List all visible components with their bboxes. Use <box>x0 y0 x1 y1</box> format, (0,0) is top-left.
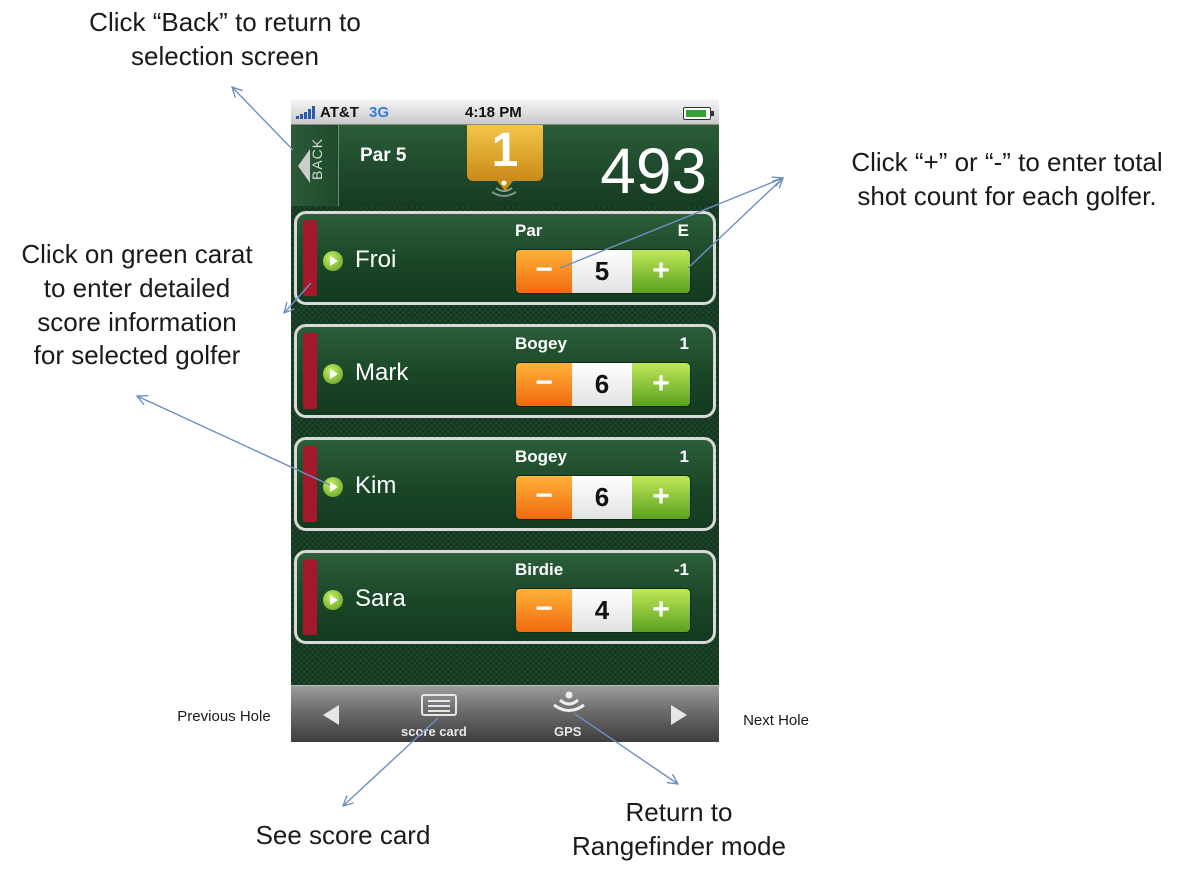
player-color-stripe <box>303 559 317 635</box>
score-term: Birdie <box>515 560 564 579</box>
back-annotation: Click “Back” to return to selection scre… <box>52 6 398 74</box>
carrier-label: AT&T <box>320 104 359 121</box>
status-bar: AT&T 3G 4:18 PM <box>291 100 719 125</box>
player-color-stripe <box>303 446 317 522</box>
stroke-count: 6 <box>572 476 632 519</box>
increment-button[interactable]: + <box>632 589 690 632</box>
stroke-count: 5 <box>572 250 632 293</box>
score-card-icon[interactable] <box>421 694 457 716</box>
golfer-card[interactable]: Froi Par E −5 + <box>294 211 716 305</box>
golfer-card[interactable]: Sara Birdie -1 −4 + <box>294 550 716 644</box>
stroke-count: 6 <box>572 363 632 406</box>
decrement-button[interactable]: − <box>516 476 572 519</box>
rangefinder-annotation-line2: Rangefinder mode <box>572 830 786 861</box>
score-term: Par <box>515 221 543 240</box>
plusminus-annotation: Click “+” or “-” to enter total shot cou… <box>812 146 1202 214</box>
rangefinder-annotation: Return to Rangefinder mode <box>548 796 810 864</box>
golfer-card[interactable]: Mark Bogey 1 −6 + <box>294 324 716 418</box>
carat-annotation-line2: to enter detailed <box>43 272 231 303</box>
increment-button[interactable]: + <box>632 476 690 519</box>
stroke-stepper: −6 + <box>515 362 691 407</box>
gps-signal-icon <box>491 180 517 197</box>
bottom-toolbar: score card GPS <box>291 685 719 742</box>
back-annotation-line2: selection screen <box>131 40 319 71</box>
detail-caret-icon[interactable] <box>323 590 343 610</box>
decrement-button[interactable]: − <box>516 363 572 406</box>
gps-icon[interactable] <box>549 690 589 720</box>
carat-annotation-line3: score information <box>37 306 237 337</box>
carat-annotation-line1: Click on green carat <box>21 239 253 269</box>
distance-readout: 493 <box>600 135 707 207</box>
score-term: Bogey <box>515 334 567 353</box>
golfer-name: Sara <box>355 585 406 612</box>
golfer-name: Mark <box>355 359 409 386</box>
back-annotation-line1: Click “Back” to return to <box>89 7 361 37</box>
score-card-annotation: See score card <box>255 820 431 850</box>
detail-caret-icon[interactable] <box>323 364 343 384</box>
hole-number-badge: 1 <box>467 124 543 191</box>
phone-screen: AT&T 3G 4:18 PM BACK Par 5 1 493 Froi Par… <box>291 100 719 742</box>
decrement-button[interactable]: − <box>516 250 572 293</box>
score-card-button-label[interactable]: score card <box>401 724 467 739</box>
score-to-par: 1 <box>679 334 689 353</box>
stroke-stepper: −4 + <box>515 588 691 633</box>
back-label: BACK <box>309 137 325 180</box>
golfer-name: Kim <box>355 472 397 499</box>
plusminus-annotation-line2: shot count for each golfer. <box>857 180 1157 211</box>
battery-icon <box>683 107 714 120</box>
score-to-par: E <box>677 221 689 240</box>
player-color-stripe <box>303 333 317 409</box>
rangefinder-annotation-line1: Return to <box>625 797 733 827</box>
back-button[interactable]: BACK <box>291 125 339 206</box>
carat-annotation: Click on green carat to enter detailed s… <box>0 238 274 373</box>
player-color-stripe <box>303 220 317 296</box>
signal-strength-icon <box>296 106 318 119</box>
golfer-name: Froi <box>355 246 397 273</box>
back-arrow <box>232 87 294 151</box>
stroke-stepper: −6 + <box>515 475 691 520</box>
previous-hole-annotation: Previous Hole <box>177 708 271 725</box>
carat-annotation-line4: for selected golfer <box>33 340 241 371</box>
network-label: 3G <box>369 104 390 121</box>
golfer-card[interactable]: Kim Bogey 1 −6 + <box>294 437 716 531</box>
par-label: Par 5 <box>360 145 407 166</box>
next-hole-annotation: Next Hole <box>743 712 809 729</box>
stroke-count: 4 <box>572 589 632 632</box>
gps-button-label[interactable]: GPS <box>554 724 581 739</box>
plusminus-annotation-line1: Click “+” or “-” to enter total <box>851 147 1163 177</box>
status-time: 4:18 PM <box>465 104 522 121</box>
score-to-par: 1 <box>679 447 689 466</box>
previous-hole-button[interactable] <box>323 705 339 725</box>
increment-button[interactable]: + <box>632 363 690 406</box>
detail-caret-icon[interactable] <box>323 251 343 271</box>
score-term: Bogey <box>515 447 567 466</box>
increment-button[interactable]: + <box>632 250 690 293</box>
score-to-par: -1 <box>673 560 689 579</box>
next-hole-button[interactable] <box>671 705 687 725</box>
hole-number: 1 <box>491 124 519 177</box>
stroke-stepper: −5 + <box>515 249 691 294</box>
detail-caret-icon[interactable] <box>323 477 343 497</box>
decrement-button[interactable]: − <box>516 589 572 632</box>
